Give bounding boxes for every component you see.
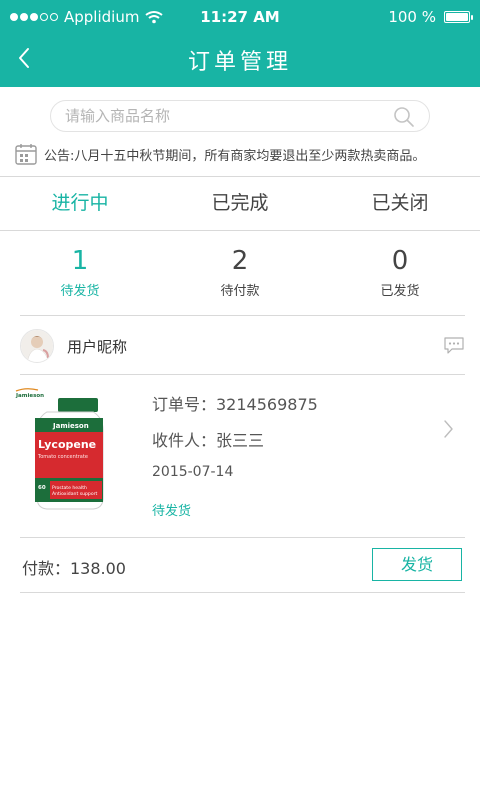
order-number: 订单号：3214569875 (152, 395, 318, 414)
product-brand-label: Jamieson (52, 422, 89, 430)
divider (20, 537, 465, 538)
avatar (20, 329, 54, 363)
count-label: 已发货 (380, 284, 420, 299)
payment-amount: 付款：138.00 (22, 559, 126, 578)
battery-percentage: 100 % (388, 8, 436, 26)
product-claim-label: Antioxidant support (52, 491, 98, 497)
battery-icon (444, 11, 473, 23)
user-nickname: 用户昵称 (67, 337, 128, 356)
nav-bar: 订单管理 (0, 34, 480, 87)
payment-row: 付款：138.00 发货 (20, 548, 465, 582)
count-value: 0 (391, 246, 409, 276)
count-label: 待付款 (220, 284, 260, 299)
order-status-tabs: 进行中 已完成 已关闭 (0, 176, 480, 230)
order-counts: 1 待发货 2 待付款 0 已发货 (0, 244, 480, 306)
order-status: 待发货 (152, 504, 192, 519)
count-value: 2 (231, 246, 249, 276)
announcement: 公告:八月十五中秋节期间，所有商家均要退出至少两款热卖商品。 (14, 140, 474, 168)
product-image[interactable]: Jamieson Jamieson Lycopene Tomato concen… (14, 388, 106, 512)
announcement-text: 公告:八月十五中秋节期间，所有商家均要退出至少两款热卖商品。 (44, 148, 426, 164)
order-date: 2015-07-14 (152, 464, 234, 480)
divider (20, 315, 465, 316)
divider (20, 374, 465, 375)
product-brand-badge: Jamieson (15, 393, 44, 399)
divider (0, 230, 480, 231)
count-pending-payment[interactable]: 2 待付款 (160, 244, 320, 306)
tab-closed[interactable]: 已关闭 (320, 176, 480, 230)
search-bar[interactable] (50, 100, 430, 132)
product-subtitle-label: Tomato concentrate (37, 454, 88, 460)
product-claim-label: Prostate health (52, 485, 87, 491)
status-bar: Applidium 11:27 AM 100 % (0, 0, 480, 34)
product-count-label: 60 (38, 485, 46, 491)
count-pending-shipment[interactable]: 1 待发货 (0, 244, 160, 306)
count-value: 1 (71, 246, 89, 276)
order-user-row: 用户昵称 (20, 326, 465, 366)
order-recipient: 收件人：张三三 (152, 431, 265, 450)
tab-in-progress[interactable]: 进行中 (0, 176, 160, 230)
tab-completed[interactable]: 已完成 (160, 176, 320, 230)
count-label: 待发货 (60, 284, 100, 299)
search-input[interactable] (65, 101, 385, 131)
battery-status: 100 % (388, 8, 473, 26)
page-title: 订单管理 (187, 50, 292, 75)
divider (20, 592, 465, 593)
app-header: Applidium 11:27 AM 100 % 订单管理 (0, 0, 480, 87)
count-shipped[interactable]: 0 已发货 (320, 244, 480, 306)
search-icon[interactable] (393, 106, 415, 128)
chevron-right-icon[interactable] (438, 418, 458, 440)
chat-bubble-icon[interactable] (443, 336, 465, 356)
product-name-label: Lycopene (38, 438, 96, 451)
calendar-icon (15, 144, 37, 165)
ship-button[interactable]: 发货 (372, 548, 462, 581)
